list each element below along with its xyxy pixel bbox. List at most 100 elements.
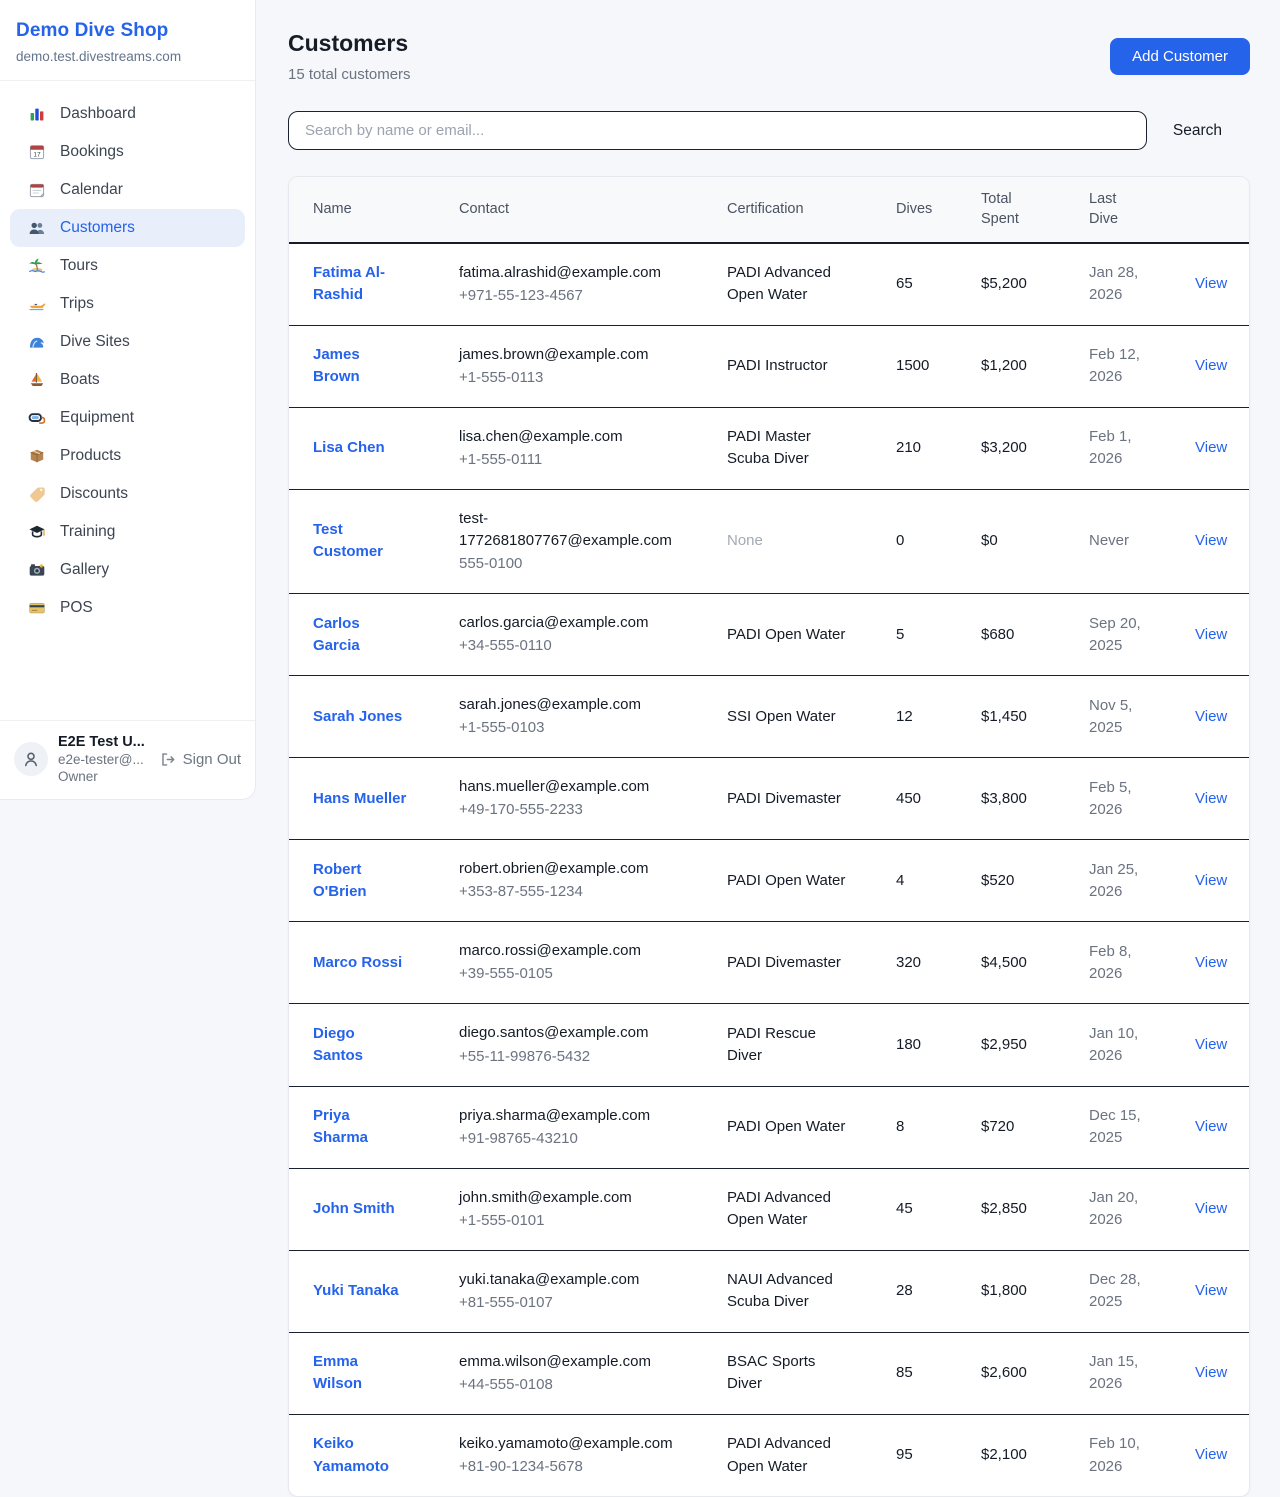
customer-name-link[interactable]: Hans Mueller: [313, 788, 406, 810]
customer-name-link[interactable]: Robert O'Brien: [313, 859, 407, 903]
customer-last-dive: Jan 10, 2026: [1089, 1023, 1147, 1067]
customer-total-spent: $720: [981, 1086, 1089, 1168]
customer-name-link[interactable]: Sarah Jones: [313, 706, 402, 728]
customer-last-dive: Jan 28, 2026: [1089, 262, 1147, 306]
customer-name-link[interactable]: Diego Santos: [313, 1023, 407, 1067]
view-customer-link[interactable]: View: [1195, 275, 1227, 292]
customer-name-link[interactable]: Marco Rossi: [313, 952, 402, 974]
customer-name-link[interactable]: Yuki Tanaka: [313, 1280, 399, 1302]
customer-total-spent: $2,850: [981, 1168, 1089, 1250]
customer-last-dive: Jan 20, 2026: [1089, 1187, 1147, 1231]
view-customer-link[interactable]: View: [1195, 1282, 1227, 1299]
view-customer-link[interactable]: View: [1195, 872, 1227, 889]
sidebar-item-label: Trips: [60, 295, 94, 313]
customer-dives: 180: [896, 1004, 981, 1086]
sidebar-item-equipment[interactable]: Equipment: [10, 399, 245, 437]
add-customer-button[interactable]: Add Customer: [1110, 38, 1250, 75]
customer-last-dive: Sep 20, 2025: [1089, 613, 1147, 657]
view-customer-link[interactable]: View: [1195, 439, 1227, 456]
sidebar-item-discounts[interactable]: Discounts: [10, 475, 245, 513]
sidebar-item-dashboard[interactable]: Dashboard: [10, 95, 245, 133]
sidebar-item-gallery[interactable]: Gallery: [10, 551, 245, 589]
view-customer-link[interactable]: View: [1195, 1200, 1227, 1217]
customer-dives: 0: [896, 489, 981, 593]
svg-text:17: 17: [33, 152, 41, 159]
table-row: Sarah Jones sarah.jones@example.com +1-5…: [289, 676, 1250, 758]
table-row: Lisa Chen lisa.chen@example.com +1-555-0…: [289, 407, 1250, 489]
view-customer-link[interactable]: View: [1195, 1036, 1227, 1053]
customer-certification: None: [727, 530, 851, 552]
sidebar-item-label: Dive Sites: [60, 333, 130, 351]
customer-name-link[interactable]: Emma Wilson: [313, 1351, 407, 1395]
calendar-icon: [28, 181, 46, 199]
table-row: Carlos Garcia carlos.garcia@example.com …: [289, 594, 1250, 676]
customer-phone: +44-555-0108: [459, 1374, 727, 1396]
dive-mask-icon: [28, 409, 46, 427]
customer-name-link[interactable]: John Smith: [313, 1198, 395, 1220]
customer-dives: 210: [896, 407, 981, 489]
sidebar-item-dive-sites[interactable]: Dive Sites: [10, 323, 245, 361]
customer-email: emma.wilson@example.com: [459, 1351, 687, 1373]
customer-email: yuki.tanaka@example.com: [459, 1269, 687, 1291]
customer-name-link[interactable]: James Brown: [313, 344, 407, 388]
column-header: [1195, 177, 1250, 243]
search-button[interactable]: Search: [1147, 122, 1250, 140]
customer-last-dive: Jan 15, 2026: [1089, 1351, 1147, 1395]
customer-certification: PADI Open Water: [727, 1116, 851, 1138]
customer-name-link[interactable]: Test Customer: [313, 519, 407, 563]
view-customer-link[interactable]: View: [1195, 708, 1227, 725]
user-role: Owner: [58, 769, 149, 784]
view-customer-link[interactable]: View: [1195, 357, 1227, 374]
table-header: NameContactCertificationDivesTotal Spent…: [289, 177, 1250, 243]
sidebar-item-trips[interactable]: Trips: [10, 285, 245, 323]
customers-table: NameContactCertificationDivesTotal Spent…: [289, 177, 1250, 1496]
view-customer-link[interactable]: View: [1195, 1118, 1227, 1135]
view-customer-link[interactable]: View: [1195, 790, 1227, 807]
column-header: Contact: [459, 177, 727, 243]
sidebar-item-calendar[interactable]: Calendar: [10, 171, 245, 209]
sign-out-button[interactable]: Sign Out: [159, 751, 241, 768]
customer-last-dive: Feb 12, 2026: [1089, 344, 1147, 388]
customer-phone: +81-90-1234-5678: [459, 1456, 727, 1478]
page-subtitle: 15 total customers: [288, 66, 411, 83]
table-row: Keiko Yamamoto keiko.yamamoto@example.co…: [289, 1414, 1250, 1496]
customer-email: diego.santos@example.com: [459, 1022, 687, 1044]
sidebar-item-customers[interactable]: Customers: [10, 209, 245, 247]
customer-phone: +91-98765-43210: [459, 1128, 727, 1150]
view-customer-link[interactable]: View: [1195, 1364, 1227, 1381]
customer-name-link[interactable]: Lisa Chen: [313, 437, 385, 459]
customer-certification: PADI Advanced Open Water: [727, 262, 851, 306]
customer-dives: 4: [896, 840, 981, 922]
view-customer-link[interactable]: View: [1195, 954, 1227, 971]
bookings-calendar-icon: 17: [28, 143, 46, 161]
customer-total-spent: $4,500: [981, 922, 1089, 1004]
sidebar-item-products[interactable]: Products: [10, 437, 245, 475]
customer-certification: PADI Advanced Open Water: [727, 1433, 851, 1477]
customer-certification: PADI Instructor: [727, 355, 851, 377]
sidebar-item-training[interactable]: Training: [10, 513, 245, 551]
customer-last-dive: Dec 28, 2025: [1089, 1269, 1147, 1313]
customer-name-link[interactable]: Carlos Garcia: [313, 613, 407, 657]
sidebar-item-pos[interactable]: POS: [10, 589, 245, 627]
table-row: Robert O'Brien robert.obrien@example.com…: [289, 840, 1250, 922]
customer-name-link[interactable]: Fatima Al-Rashid: [313, 262, 407, 306]
view-customer-link[interactable]: View: [1195, 1446, 1227, 1463]
customer-name-link[interactable]: Keiko Yamamoto: [313, 1433, 407, 1477]
customer-phone: +39-555-0105: [459, 963, 727, 985]
customer-last-dive: Jan 25, 2026: [1089, 859, 1147, 903]
customer-name-link[interactable]: Priya Sharma: [313, 1105, 407, 1149]
customer-dives: 450: [896, 758, 981, 840]
view-customer-link[interactable]: View: [1195, 532, 1227, 549]
table-row: John Smith john.smith@example.com +1-555…: [289, 1168, 1250, 1250]
sidebar-header: Demo Dive Shop demo.test.divestreams.com: [0, 0, 255, 81]
sidebar-item-label: Dashboard: [60, 105, 136, 123]
view-customer-link[interactable]: View: [1195, 626, 1227, 643]
sidebar-item-boats[interactable]: Boats: [10, 361, 245, 399]
customer-dives: 5: [896, 594, 981, 676]
sidebar-item-tours[interactable]: Tours: [10, 247, 245, 285]
search-input[interactable]: [288, 111, 1147, 150]
customer-phone: +81-555-0107: [459, 1292, 727, 1314]
speedboat-icon: [28, 295, 46, 313]
sidebar-item-bookings[interactable]: 17 Bookings: [10, 133, 245, 171]
customer-email: keiko.yamamoto@example.com: [459, 1433, 687, 1455]
